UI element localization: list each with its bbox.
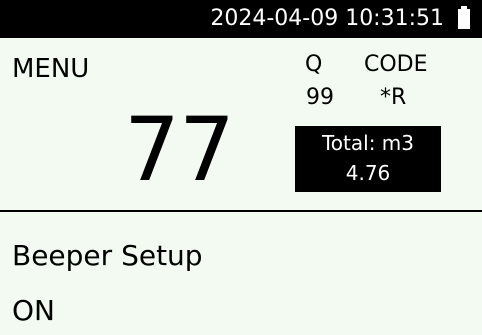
device-display: 2024-04-09 10:31:51 MENU Q 99 CODE *R 77… [0,0,482,335]
code-label: CODE [364,52,428,77]
main-reading: 77 [124,98,235,201]
datetime: 2024-04-09 10:31:51 [210,6,444,31]
total-value: 4.76 [345,161,391,185]
code-value: *R [380,85,407,110]
menu-title: MENU [12,54,90,84]
total-label: Total: m3 [321,131,414,155]
quality-value: 99 [306,85,334,110]
total-box: Total: m3 4.76 [295,126,441,192]
battery-icon [458,6,470,29]
quality-label: Q [305,52,323,77]
status-bar: 2024-04-09 10:31:51 [0,0,482,38]
setting-value[interactable]: ON [12,294,55,328]
divider [0,210,482,212]
setting-title: Beeper Setup [12,239,203,272]
